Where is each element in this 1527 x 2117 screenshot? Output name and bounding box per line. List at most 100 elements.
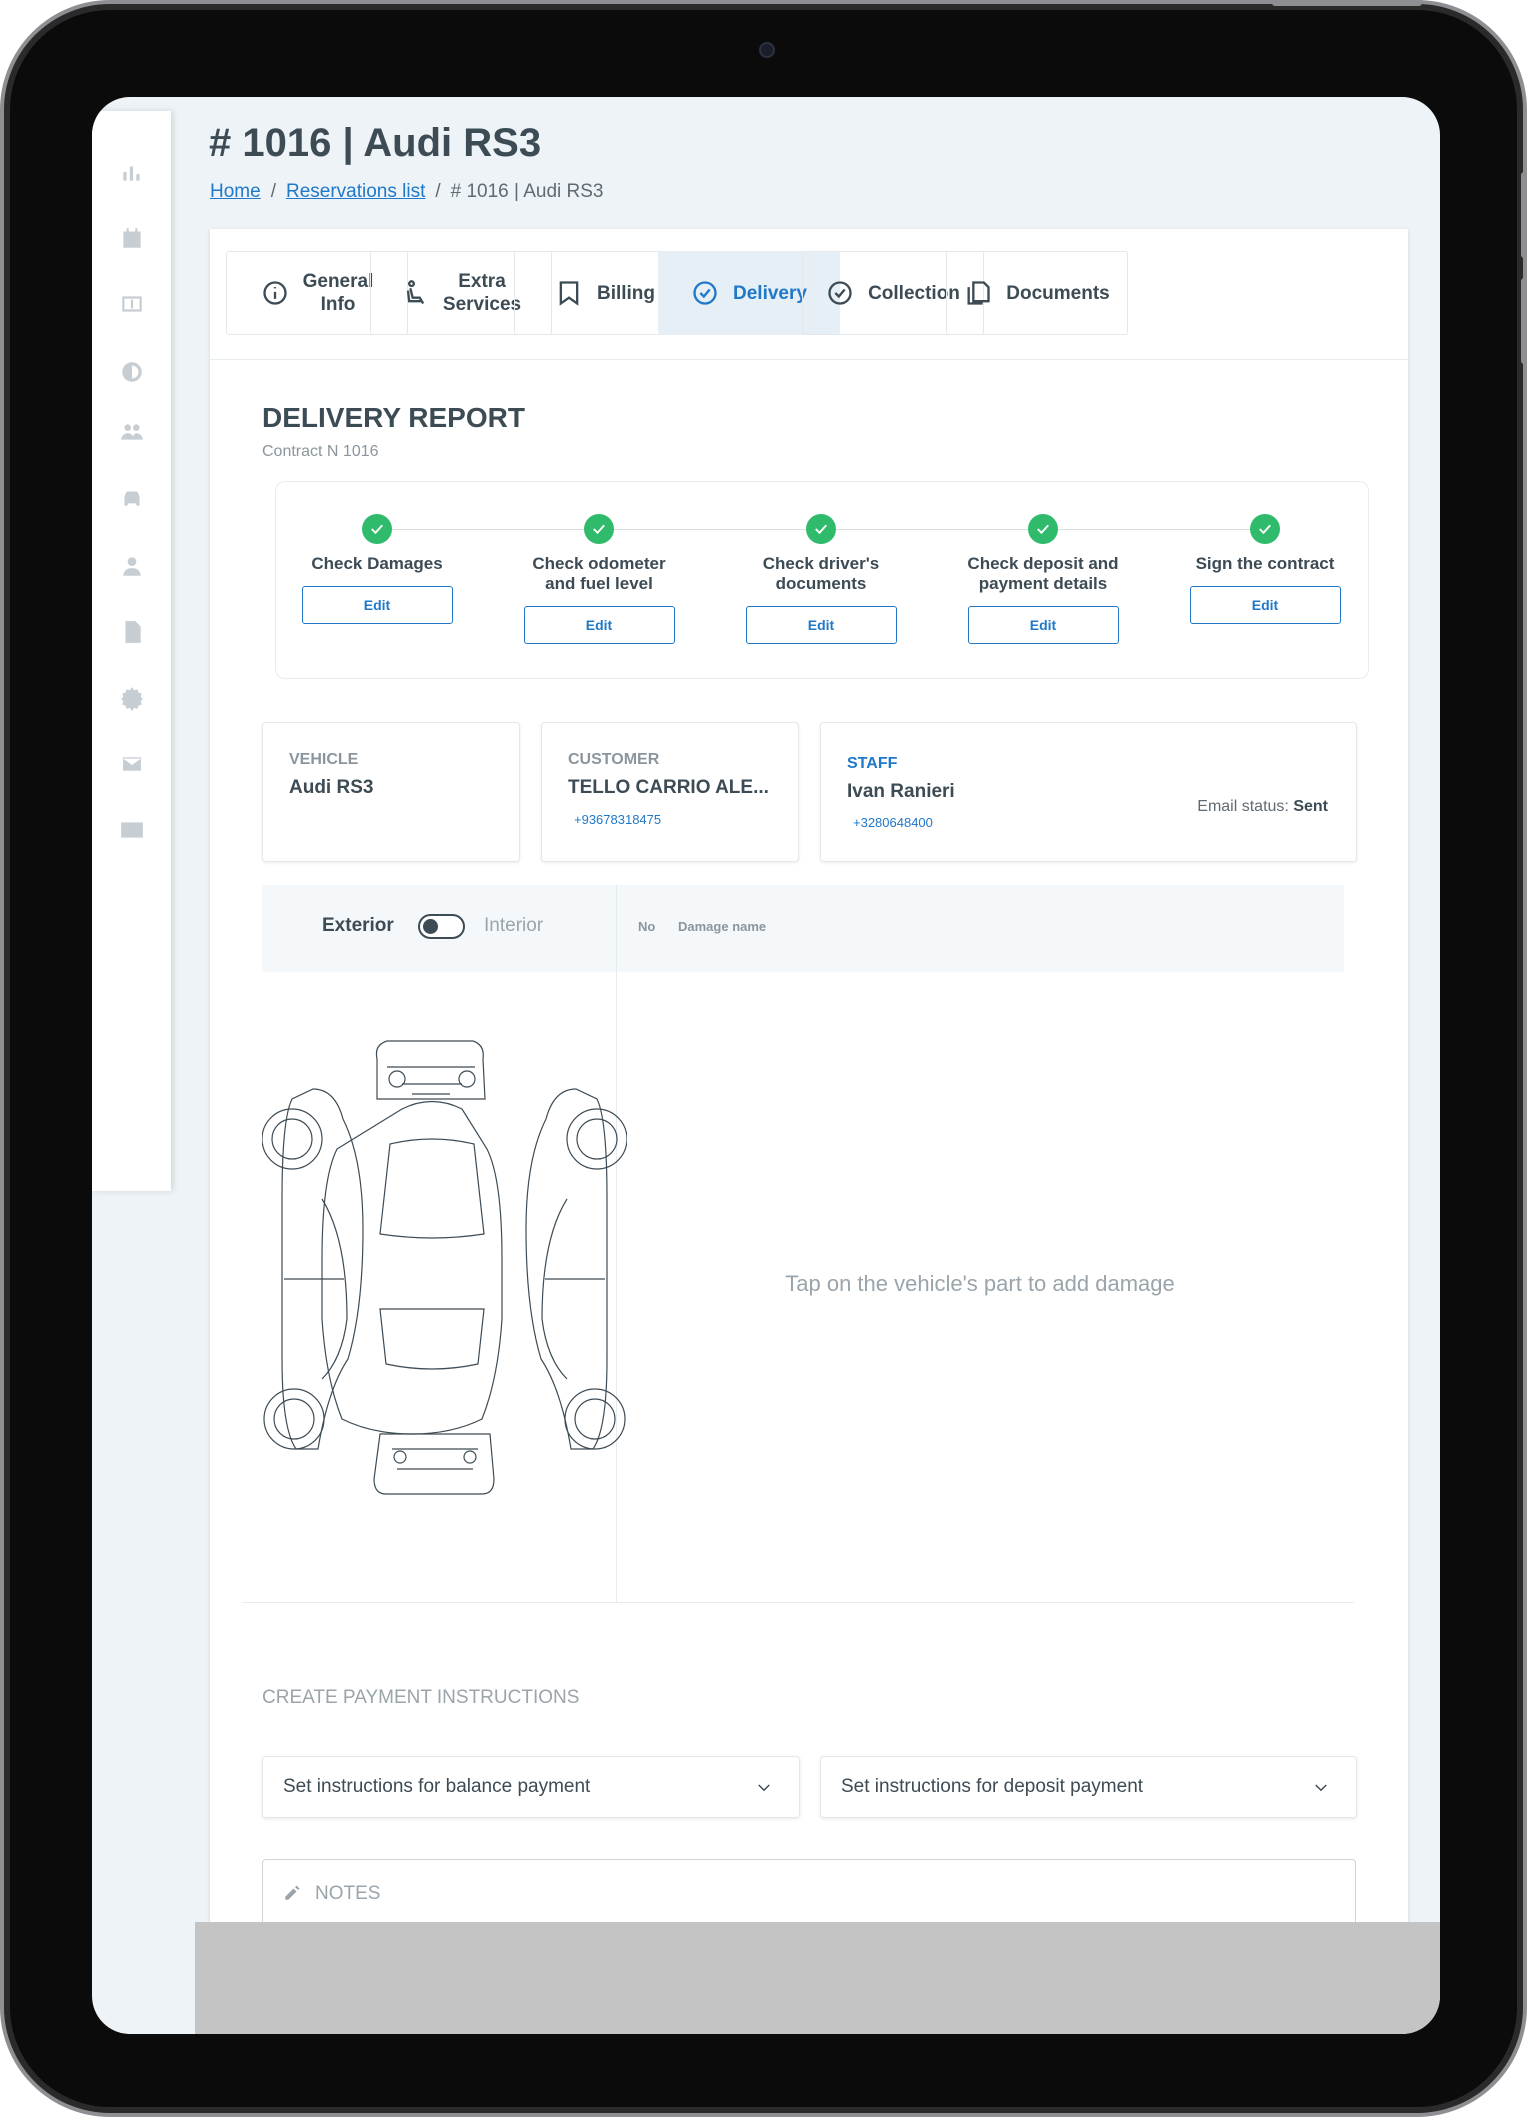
step-label-line: and fuel level bbox=[545, 574, 653, 593]
breadcrumb-current: # 1016 | Audi RS3 bbox=[450, 181, 604, 202]
car-top-view bbox=[321, 1100, 503, 1435]
customer-card: CUSTOMER TELLO CARRIO ALE... +9367831847… bbox=[541, 722, 799, 862]
staff-label: STAFF bbox=[847, 755, 898, 772]
report-title: DELIVERY REPORT bbox=[262, 402, 525, 433]
check-icon bbox=[1028, 514, 1058, 544]
edit-button[interactable]: Edit bbox=[745, 606, 897, 644]
check-icon bbox=[584, 514, 614, 544]
car-rear-view bbox=[373, 1433, 495, 1495]
dollar-icon[interactable] bbox=[117, 289, 147, 319]
step-label-line: Check deposit and bbox=[967, 554, 1119, 573]
step-label-line: payment details bbox=[978, 574, 1108, 593]
stats-icon[interactable] bbox=[117, 157, 147, 187]
step-label-line: Sign the contract bbox=[1195, 554, 1335, 573]
tab-bar: General Info Extra Services Billing Delive… bbox=[210, 229, 1408, 360]
step-label-line: Check odometer bbox=[532, 554, 666, 573]
check-icon bbox=[806, 514, 836, 544]
column-no: No bbox=[638, 919, 656, 934]
calendar-icon[interactable] bbox=[117, 223, 147, 253]
gear-icon[interactable] bbox=[117, 683, 147, 713]
credit-card-icon[interactable] bbox=[117, 815, 147, 845]
customer-name: TELLO CARRIO ALE... bbox=[568, 777, 769, 798]
breadcrumb-home[interactable]: Home bbox=[210, 181, 261, 202]
screen: # 1016 | Audi RS3 Home / Reservations list… bbox=[92, 97, 1440, 2034]
breadcrumb-reservations[interactable]: Reservations list bbox=[286, 181, 425, 202]
switch-knob bbox=[423, 919, 438, 934]
view-switch[interactable] bbox=[418, 914, 465, 939]
delivery-steps: Check Damages Edit Check odometer and fue… bbox=[275, 481, 1369, 679]
section-divider bbox=[242, 1602, 1354, 1603]
step-check-deposit: Check deposit and payment details Edit bbox=[932, 514, 1154, 644]
document-icon[interactable] bbox=[117, 617, 147, 647]
bottom-overlay bbox=[195, 1922, 1440, 2034]
info-icon bbox=[262, 281, 287, 305]
documents-icon bbox=[967, 281, 990, 305]
customer-phone[interactable]: +93678318475 bbox=[574, 812, 661, 827]
chevron-down-icon bbox=[1315, 1784, 1327, 1792]
tab-label: Billing bbox=[596, 282, 656, 304]
edit-button[interactable]: Edit bbox=[967, 606, 1119, 644]
front-camera bbox=[759, 42, 775, 58]
step-check-damages: Check Damages Edit bbox=[266, 514, 488, 624]
step-label: Check odometer and fuel level bbox=[488, 554, 710, 594]
vehicle-card: VEHICLE Audi RS3 bbox=[262, 722, 520, 862]
email-status-value: Sent bbox=[1293, 798, 1328, 815]
person-icon[interactable] bbox=[117, 551, 147, 581]
check-circle-icon bbox=[693, 281, 717, 305]
exterior-label[interactable]: Exterior bbox=[322, 915, 394, 937]
vehicle-damage-diagram[interactable] bbox=[261, 1039, 628, 1499]
damage-table-header: No Damage name bbox=[616, 885, 1344, 972]
mail-icon[interactable] bbox=[117, 749, 147, 779]
payment-instructions-title: CREATE PAYMENT INSTRUCTIONS bbox=[262, 1687, 580, 1708]
staff-phone[interactable]: +3280648400 bbox=[853, 815, 933, 830]
staff-card: STAFF Ivan Ranieri +3280648400 Email sta… bbox=[820, 722, 1357, 862]
damage-hint: Tap on the vehicle's part to add damage bbox=[785, 1271, 1175, 1296]
pencil-icon bbox=[285, 1885, 300, 1900]
balance-payment-select[interactable]: Set instructions for balance payment bbox=[262, 1756, 800, 1818]
email-status: Email status: Sent bbox=[1197, 798, 1328, 816]
check-circle-icon bbox=[828, 281, 852, 305]
notes-placeholder: NOTES bbox=[315, 1883, 381, 1904]
deposit-payment-select[interactable]: Set instructions for deposit payment bbox=[820, 1756, 1357, 1818]
breadcrumb: Home / Reservations list / # 1016 | Audi RS3 bbox=[210, 181, 603, 203]
car-right-view bbox=[525, 1088, 628, 1450]
exterior-interior-toggle: Exterior Interior bbox=[262, 885, 616, 972]
vehicle-label: VEHICLE bbox=[289, 751, 359, 768]
step-check-documents: Check driver's documents Edit bbox=[710, 514, 932, 644]
power-button bbox=[1272, 0, 1422, 6]
balance-payment-value: Set instructions for balance payment bbox=[283, 1776, 591, 1797]
step-label: Sign the contract bbox=[1154, 554, 1376, 574]
step-label: Check Damages bbox=[266, 554, 488, 574]
step-label-line: Check driver's bbox=[762, 554, 880, 573]
volume-up-button bbox=[1521, 172, 1527, 258]
vehicle-name: Audi RS3 bbox=[289, 777, 374, 798]
step-check-odometer: Check odometer and fuel level Edit bbox=[488, 514, 710, 644]
sidebar bbox=[92, 111, 171, 1191]
tab-label: Documents bbox=[1006, 282, 1110, 304]
check-icon bbox=[362, 514, 392, 544]
volume-down-button bbox=[1521, 278, 1527, 364]
breadcrumb-separator: / bbox=[435, 181, 441, 202]
edit-button[interactable]: Edit bbox=[301, 586, 453, 624]
check-icon bbox=[1250, 514, 1280, 544]
receipt-icon bbox=[559, 281, 579, 306]
step-sign-contract: Sign the contract Edit bbox=[1154, 514, 1376, 624]
edit-button[interactable]: Edit bbox=[1189, 586, 1341, 624]
chevron-down-icon bbox=[758, 1784, 770, 1792]
clock-icon[interactable] bbox=[117, 357, 147, 387]
interior-label[interactable]: Interior bbox=[484, 915, 543, 937]
step-label-line: Check Damages bbox=[311, 554, 443, 573]
customer-label: CUSTOMER bbox=[568, 751, 660, 768]
edit-button[interactable]: Edit bbox=[523, 606, 675, 644]
tab-label: Extra bbox=[458, 271, 506, 292]
staff-name: Ivan Ranieri bbox=[847, 781, 955, 802]
car-icon[interactable] bbox=[117, 483, 147, 513]
tab-label: Delivery bbox=[733, 282, 807, 304]
step-label: Check driver's documents bbox=[710, 554, 932, 594]
tab-documents[interactable]: Documents bbox=[946, 251, 1128, 335]
tab-label: Info bbox=[320, 294, 356, 315]
deposit-payment-value: Set instructions for deposit payment bbox=[841, 1776, 1144, 1797]
users-icon[interactable] bbox=[117, 417, 147, 447]
tablet-frame: # 1016 | Audi RS3 Home / Reservations list… bbox=[0, 0, 1527, 2117]
step-label: Check deposit and payment details bbox=[932, 554, 1154, 594]
